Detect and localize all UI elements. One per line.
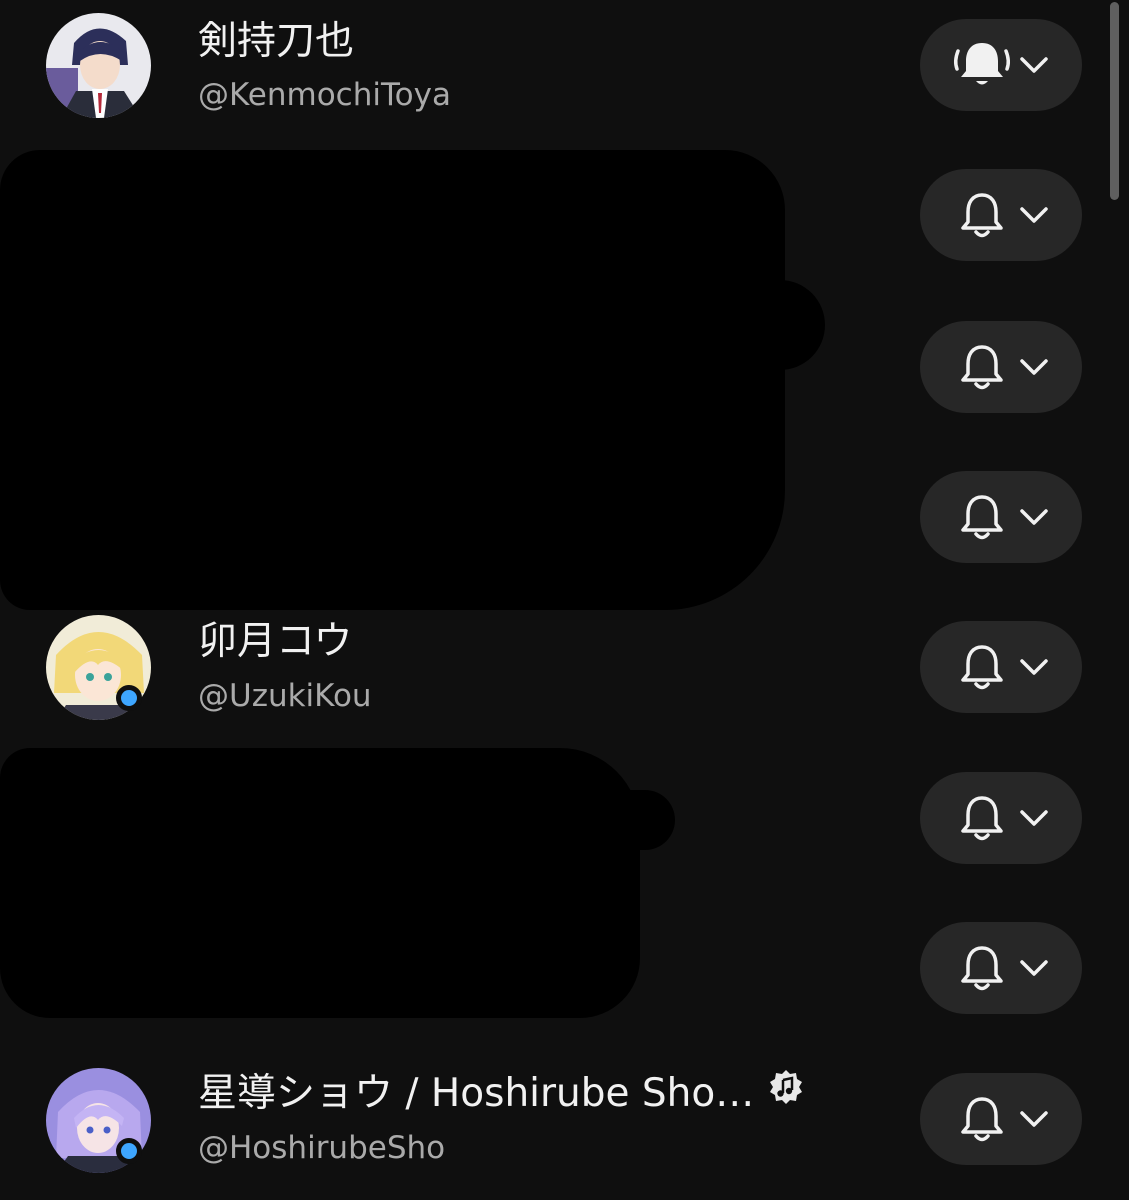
- bell-ringing-icon: [953, 43, 1011, 85]
- chevron-down-icon: [1020, 1111, 1048, 1127]
- bell-icon: [961, 946, 1003, 991]
- live-indicator: [116, 685, 142, 711]
- channel-name[interactable]: 剣持刀也: [198, 18, 354, 66]
- channel-avatar[interactable]: [46, 1068, 151, 1173]
- channel-handle: @KenmochiToya: [198, 77, 451, 113]
- redaction-mark: [0, 150, 785, 610]
- channel-handle: @HoshirubeSho: [198, 1130, 446, 1166]
- channel-name[interactable]: 星導ショウ / Hoshirube Sho…: [198, 1069, 804, 1118]
- redaction-mark: [520, 470, 730, 530]
- redaction-mark: [560, 280, 825, 370]
- channel-row[interactable]: 卯月コウ @UzukiKou: [0, 600, 1100, 730]
- chevron-down-icon: [1020, 810, 1048, 826]
- channel-handle: @UzukiKou: [198, 678, 372, 714]
- channel-name-text: 星導ショウ / Hoshirube Sho…: [198, 1071, 755, 1116]
- channel-name[interactable]: 卯月コウ: [198, 618, 352, 666]
- bell-icon: [961, 1097, 1003, 1142]
- bell-icon: [961, 495, 1003, 540]
- live-indicator: [116, 1138, 142, 1164]
- avatar-image: [46, 13, 151, 118]
- chevron-down-icon: [1020, 359, 1048, 375]
- bell-icon: [961, 193, 1003, 238]
- redaction-mark: [0, 748, 640, 1018]
- music-note-badge-icon: [768, 1069, 804, 1117]
- notification-settings-button[interactable]: [920, 471, 1082, 563]
- notification-settings-button[interactable]: [920, 321, 1082, 413]
- channel-row[interactable]: 剣持刀也 @KenmochiToya: [0, 0, 1100, 130]
- notification-settings-button[interactable]: [920, 772, 1082, 864]
- notification-settings-button[interactable]: [920, 922, 1082, 1014]
- redaction-mark: [400, 790, 675, 850]
- channel-row[interactable]: 星導ショウ / Hoshirube Sho… @HoshirubeSho: [0, 1050, 1100, 1180]
- notification-settings-button[interactable]: [920, 169, 1082, 261]
- subscriptions-list: 剣持刀也 @KenmochiToya 卯月コウ @UzukiKou 星導ショウ …: [0, 0, 1129, 1200]
- bell-icon: [961, 645, 1003, 690]
- chevron-down-icon: [1020, 509, 1048, 525]
- channel-avatar[interactable]: [46, 615, 151, 720]
- chevron-down-icon: [1020, 57, 1048, 73]
- chevron-down-icon: [1020, 207, 1048, 223]
- notification-settings-button[interactable]: [920, 19, 1082, 111]
- chevron-down-icon: [1020, 659, 1048, 675]
- notification-settings-button[interactable]: [920, 1073, 1082, 1165]
- chevron-down-icon: [1020, 960, 1048, 976]
- channel-avatar[interactable]: [46, 13, 151, 118]
- notification-settings-button[interactable]: [920, 621, 1082, 713]
- bell-icon: [961, 796, 1003, 841]
- bell-icon: [961, 345, 1003, 390]
- scrollbar[interactable]: [1110, 2, 1119, 200]
